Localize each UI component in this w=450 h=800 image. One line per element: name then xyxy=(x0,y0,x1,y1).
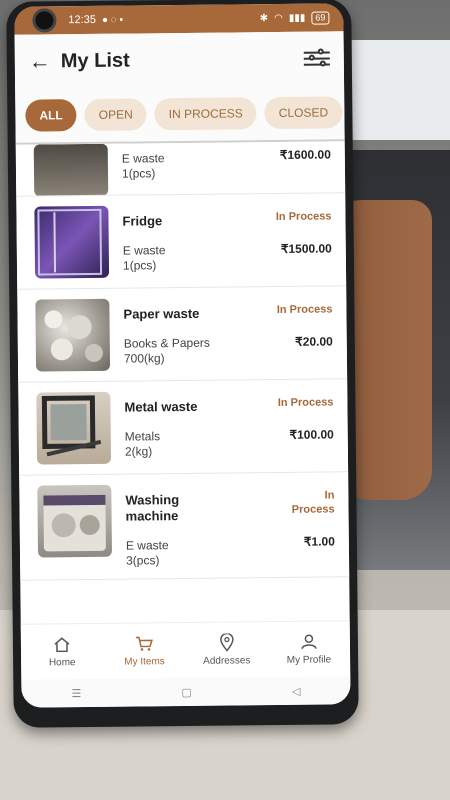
item-thumbnail xyxy=(33,143,109,197)
item-thumbnail xyxy=(37,484,113,558)
phone-screen: 12:35 ● ◌ ▪ ✱ ◠ ▮▮▮ 69 ← My List ALL OPE… xyxy=(14,3,351,708)
nav-my-profile[interactable]: My Profile xyxy=(274,632,344,666)
system-navigation: ☰ ▢ ◁ xyxy=(21,676,351,708)
back-arrow-icon[interactable]: ← xyxy=(29,48,61,74)
battery-icon: 69 xyxy=(311,10,330,25)
status-badge: In Process xyxy=(275,210,332,224)
nav-label: My Profile xyxy=(286,654,332,666)
item-thumbnail xyxy=(36,391,112,465)
item-name: Metal waste xyxy=(124,398,198,415)
tab-closed[interactable]: CLOSED xyxy=(264,96,343,130)
item-price: ₹1.00 xyxy=(303,534,335,549)
item-category: Books & Papers xyxy=(123,335,210,351)
item-price: ₹20.00 xyxy=(295,334,333,349)
item-thumbnail xyxy=(34,205,110,279)
back-system-icon[interactable]: ◁ xyxy=(292,684,301,697)
item-quantity: 2(kg) xyxy=(124,444,153,459)
item-name: Washing machine xyxy=(125,492,180,524)
notification-icons: ● ◌ ▪ xyxy=(101,14,124,26)
status-badge: In Process xyxy=(277,396,334,410)
metal-photo xyxy=(41,395,102,457)
bottom-navigation: Home My Items Addresses My Profile xyxy=(20,620,351,680)
list-item[interactable]: Washing machine E waste 3(pcs) In Proces… xyxy=(19,472,350,581)
tab-all[interactable]: ALL xyxy=(25,99,77,132)
bluetooth-icon: ✱ xyxy=(259,12,269,24)
nav-label: Home xyxy=(48,657,76,669)
home-icon xyxy=(51,635,73,653)
list-item[interactable]: Metal waste Metals 2(kg) In Process ₹100… xyxy=(18,379,349,476)
washing-machine-photo xyxy=(43,494,106,552)
home-system-icon[interactable]: ▢ xyxy=(181,685,192,698)
tab-in-process[interactable]: IN PROCESS xyxy=(154,97,257,131)
front-camera xyxy=(32,8,57,33)
nav-label: My Items xyxy=(124,656,165,668)
nav-label: Addresses xyxy=(203,655,251,667)
list-item[interactable]: Paper waste Books & Papers 700(kg) In Pr… xyxy=(17,286,348,383)
status-badge: In Process xyxy=(276,303,333,317)
background-monitor xyxy=(340,40,450,140)
item-category: E waste xyxy=(121,151,165,166)
status-tabs: ALL OPEN IN PROCESS CLOSED xyxy=(15,85,345,145)
item-category: E waste xyxy=(125,538,169,553)
nav-home[interactable]: Home xyxy=(27,635,97,669)
person-icon xyxy=(298,633,320,651)
item-quantity: 700(kg) xyxy=(123,351,165,366)
recents-icon[interactable]: ☰ xyxy=(71,687,81,700)
item-price: ₹1600.00 xyxy=(279,147,331,162)
status-bar: 12:35 ● ◌ ▪ ✱ ◠ ▮▮▮ 69 xyxy=(14,3,344,35)
paper-photo xyxy=(44,310,103,362)
item-price: ₹100.00 xyxy=(289,427,334,442)
filter-icon[interactable] xyxy=(303,47,330,69)
list-item[interactable]: Fridge E waste 1(pcs) In Process ₹1500.0… xyxy=(16,193,347,290)
tab-open[interactable]: OPEN xyxy=(84,98,147,132)
nav-my-items[interactable]: My Items xyxy=(109,634,179,668)
item-category: E waste xyxy=(122,243,166,258)
item-name: Fridge xyxy=(122,213,163,229)
items-list: E waste 1(pcs) ₹1600.00 Fridge E waste 1… xyxy=(15,141,350,581)
wifi-icon: ◠ xyxy=(274,12,283,24)
item-quantity: 1(pcs) xyxy=(121,166,156,181)
app-header: ← My List xyxy=(14,31,345,89)
item-category: Metals xyxy=(124,429,161,444)
status-time: 12:35 xyxy=(68,13,96,27)
item-quantity: 3(pcs) xyxy=(125,553,160,568)
page-title: My List xyxy=(60,49,130,72)
list-item[interactable]: E waste 1(pcs) ₹1600.00 xyxy=(15,141,346,197)
item-thumbnail xyxy=(35,298,111,372)
item-quantity: 1(pcs) xyxy=(122,258,157,273)
cart-icon xyxy=(133,634,155,652)
phone-frame: 12:35 ● ◌ ▪ ✱ ◠ ▮▮▮ 69 ← My List ALL OPE… xyxy=(6,0,359,728)
item-name: Paper waste xyxy=(123,305,200,322)
signal-icon: ▮▮▮ xyxy=(288,12,306,24)
nav-addresses[interactable]: Addresses xyxy=(191,633,261,667)
item-price: ₹1500.00 xyxy=(280,241,332,256)
fridge-photo xyxy=(37,208,103,276)
location-pin-icon xyxy=(215,633,237,652)
status-badge: In Process xyxy=(291,489,335,516)
